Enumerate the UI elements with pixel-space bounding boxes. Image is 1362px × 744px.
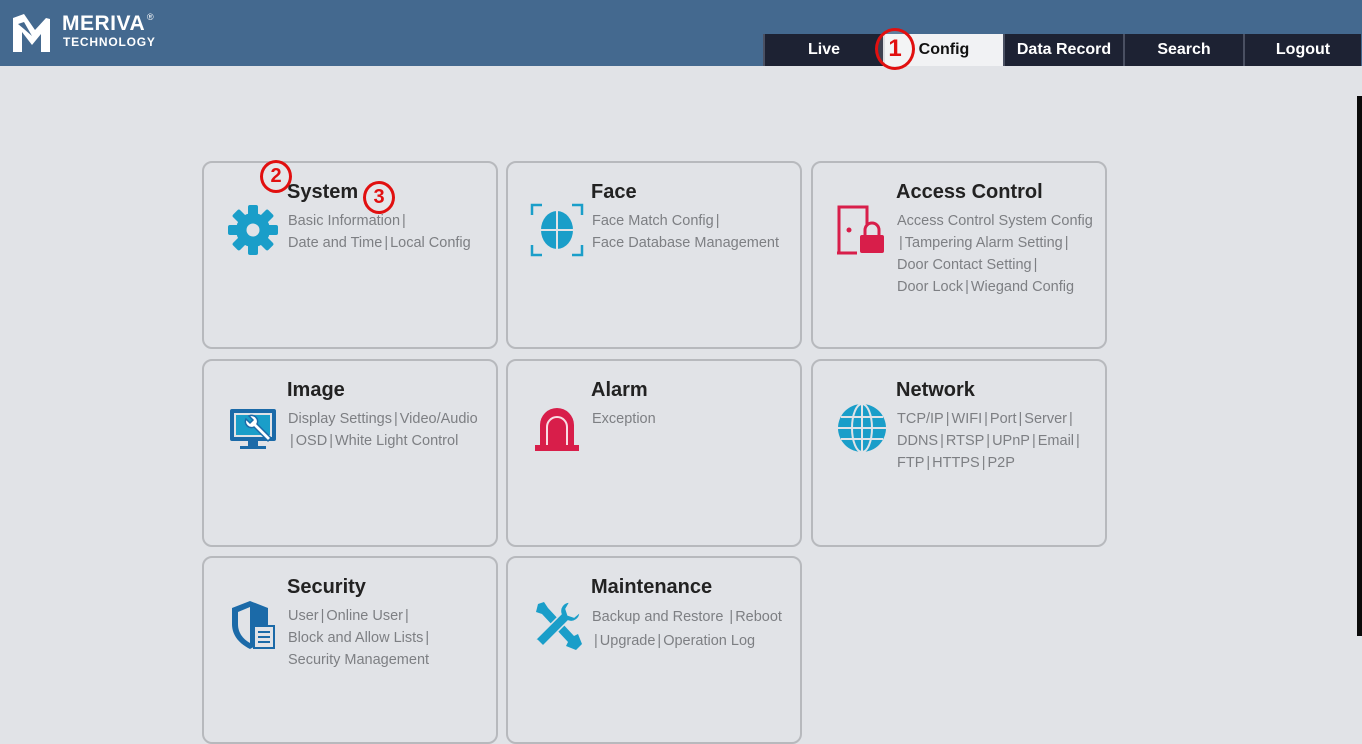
- link-server[interactable]: Server: [1024, 411, 1067, 427]
- link-local-config[interactable]: Local Config: [390, 235, 471, 251]
- link-upgrade[interactable]: Upgrade: [600, 633, 656, 649]
- link-access-control-system-config[interactable]: Access Control System Config: [897, 213, 1093, 229]
- card-links: Face Match Config | Face Database Managem…: [592, 213, 779, 251]
- link-https[interactable]: HTTPS: [932, 455, 980, 471]
- card-image[interactable]: Image Display Settings | Video/Audio | OSD |…: [202, 359, 498, 547]
- globe-icon: [838, 403, 886, 453]
- main-nav: Live Config Data Record Search Logout: [763, 34, 1361, 66]
- tab-live[interactable]: Live: [763, 34, 883, 66]
- card-security[interactable]: Security User | Online User | Block and All…: [202, 556, 498, 744]
- link-wifi[interactable]: WIFI: [952, 411, 983, 427]
- meriva-logo-icon: [13, 14, 50, 52]
- tab-data-record[interactable]: Data Record: [1003, 34, 1123, 66]
- card-links: Exception: [592, 408, 798, 430]
- card-system[interactable]: System Basic Information | Date and Time |…: [202, 161, 498, 349]
- link-email[interactable]: Email: [1038, 433, 1074, 449]
- card-links: Backup and Restore | Reboot | Upgrade | Oper…: [592, 609, 782, 649]
- link-ddns[interactable]: DDNS: [897, 433, 938, 449]
- link-face-database-management[interactable]: Face Database Management: [592, 235, 779, 251]
- card-links: Access Control System Config | Tampering …: [897, 213, 1093, 295]
- brand-name: MERIVA: [62, 12, 146, 35]
- link-ftp[interactable]: FTP: [897, 455, 924, 471]
- link-tampering-alarm-setting[interactable]: Tampering Alarm Setting: [905, 235, 1063, 251]
- annotation-marker-3: 3: [363, 181, 395, 214]
- annotation-marker-2: 2: [260, 160, 292, 193]
- card-alarm[interactable]: Alarm Exception: [506, 359, 802, 547]
- link-door-contact-setting[interactable]: Door Contact Setting: [897, 257, 1032, 273]
- link-white-light-control[interactable]: White Light Control: [335, 433, 458, 449]
- link-backup-and-restore[interactable]: Backup and Restore: [592, 609, 723, 625]
- door-lock-icon: [837, 205, 884, 255]
- shield-document-icon: [232, 601, 275, 649]
- card-title: Network: [896, 379, 975, 401]
- card-face[interactable]: Face Face Match Config | Face Database Ma…: [506, 161, 802, 349]
- scrollbar-edge: [1357, 96, 1362, 636]
- gear-icon: [228, 205, 278, 255]
- brand-subtitle: TECHNOLOGY: [63, 35, 156, 49]
- card-links: User | Online User | Block and Allow Lists |…: [288, 608, 430, 668]
- link-exception[interactable]: Exception: [592, 411, 656, 427]
- link-port[interactable]: Port: [990, 411, 1017, 427]
- card-title: Alarm: [591, 379, 648, 401]
- card-maintenance[interactable]: Maintenance Backup and Restore | Reboot |…: [506, 556, 802, 744]
- link-p2p[interactable]: P2P: [987, 455, 1014, 471]
- card-access-control[interactable]: Access Control Access Control System Con…: [811, 161, 1107, 349]
- link-date-and-time[interactable]: Date and Time: [288, 235, 382, 251]
- link-basic-information[interactable]: Basic Information: [288, 213, 400, 229]
- top-header: MERIVA ® TECHNOLOGY Live Config Data Rec…: [0, 0, 1362, 66]
- card-title: Maintenance: [591, 576, 713, 598]
- card-title: Image: [287, 379, 345, 401]
- link-osd[interactable]: OSD: [296, 433, 327, 449]
- card-links: Basic Information | Date and Time | Local C…: [288, 213, 471, 251]
- link-display-settings[interactable]: Display Settings: [288, 411, 392, 427]
- card-links: Display Settings | Video/Audio | OSD | White …: [288, 411, 478, 449]
- brand-reg-mark: ®: [147, 12, 154, 22]
- link-user[interactable]: User: [288, 608, 319, 624]
- brand-logo: MERIVA ® TECHNOLOGY: [10, 10, 160, 56]
- link-wiegand-config[interactable]: Wiegand Config: [971, 279, 1074, 295]
- card-links: TCP/IP | WIFI | Port | Server | DDNS | RTSP | UPnP |…: [897, 411, 1080, 471]
- link-security-management[interactable]: Security Management: [288, 652, 429, 668]
- alarm-light-icon: [535, 408, 579, 451]
- card-title: Face: [591, 181, 637, 203]
- link-reboot[interactable]: Reboot: [735, 609, 782, 625]
- card-title: System: [287, 181, 359, 203]
- link-block-and-allow-lists[interactable]: Block and Allow Lists: [288, 630, 423, 646]
- link-online-user[interactable]: Online User: [326, 608, 403, 624]
- card-title: Access Control: [896, 181, 1043, 203]
- tab-logout[interactable]: Logout: [1243, 34, 1361, 66]
- link-door-lock[interactable]: Door Lock: [897, 279, 963, 295]
- link-operation-log[interactable]: Operation Log: [663, 633, 755, 649]
- link-video-audio[interactable]: Video/Audio: [400, 411, 478, 427]
- link-tcp-ip[interactable]: TCP/IP: [897, 411, 944, 427]
- link-upnp[interactable]: UPnP: [992, 433, 1030, 449]
- monitor-wrench-icon: [230, 409, 276, 449]
- face-scan-icon: [530, 203, 584, 257]
- tab-search[interactable]: Search: [1123, 34, 1243, 66]
- card-title: Security: [287, 576, 366, 598]
- link-face-match-config[interactable]: Face Match Config: [592, 213, 714, 229]
- annotation-marker-1: 1: [875, 28, 915, 70]
- tools-icon: [534, 601, 582, 650]
- link-rtsp[interactable]: RTSP: [946, 433, 984, 449]
- card-network[interactable]: Network TCP/IP | WIFI | Port | Server | DDNS | RT…: [811, 359, 1107, 547]
